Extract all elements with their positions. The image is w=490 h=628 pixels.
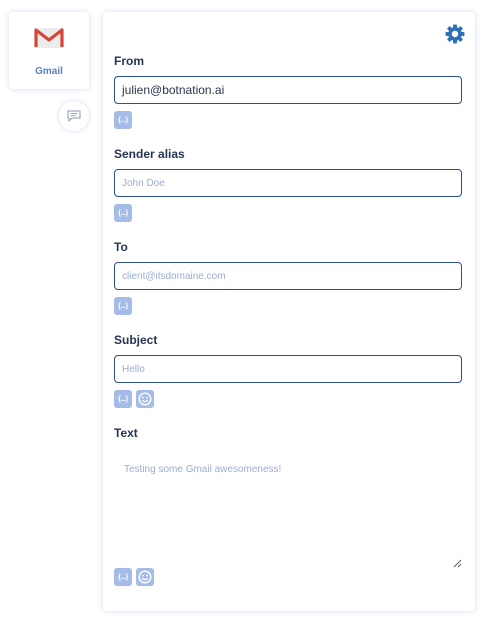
- sender-alias-label: Sender alias: [114, 147, 185, 161]
- email-form-panel: From julien@botnation.ai {...} Sender al…: [103, 12, 475, 611]
- sender-alias-placeholder: John Doe: [122, 177, 165, 189]
- insert-variable-button[interactable]: {...}: [114, 390, 132, 408]
- subject-label: Subject: [114, 333, 158, 347]
- app-name: Gmail: [35, 66, 63, 77]
- insert-variable-button[interactable]: {...}: [114, 297, 132, 315]
- chat-bubble-icon: [67, 110, 81, 122]
- insert-variable-button[interactable]: {...}: [114, 568, 132, 586]
- from-field[interactable]: julien@botnation.ai: [114, 76, 462, 104]
- to-label: To: [114, 240, 128, 254]
- gmail-logo-icon: [34, 28, 64, 48]
- subject-field[interactable]: Hello: [114, 355, 462, 383]
- sender-alias-field[interactable]: John Doe: [114, 169, 462, 197]
- text-field[interactable]: Testing some Gmail awesomeness!: [114, 452, 464, 570]
- from-value: julien@botnation.ai: [122, 83, 225, 97]
- text-placeholder: Testing some Gmail awesomeness!: [124, 464, 282, 475]
- emoji-button[interactable]: [136, 390, 154, 408]
- smiley-icon: [138, 392, 152, 406]
- to-field[interactable]: client@itsdomaine.com: [114, 262, 462, 290]
- subject-placeholder: Hello: [122, 363, 145, 375]
- insert-variable-button[interactable]: {...}: [114, 111, 132, 129]
- gear-icon[interactable]: [445, 24, 465, 44]
- from-label: From: [114, 54, 144, 68]
- emoji-button[interactable]: [136, 568, 154, 586]
- chat-button[interactable]: [59, 101, 89, 131]
- to-placeholder: client@itsdomaine.com: [122, 270, 226, 282]
- app-card-gmail[interactable]: Gmail: [9, 12, 89, 89]
- resize-handle-icon[interactable]: [453, 559, 462, 568]
- smiley-icon: [138, 570, 152, 584]
- text-label: Text: [114, 426, 138, 440]
- insert-variable-button[interactable]: {...}: [114, 204, 132, 222]
